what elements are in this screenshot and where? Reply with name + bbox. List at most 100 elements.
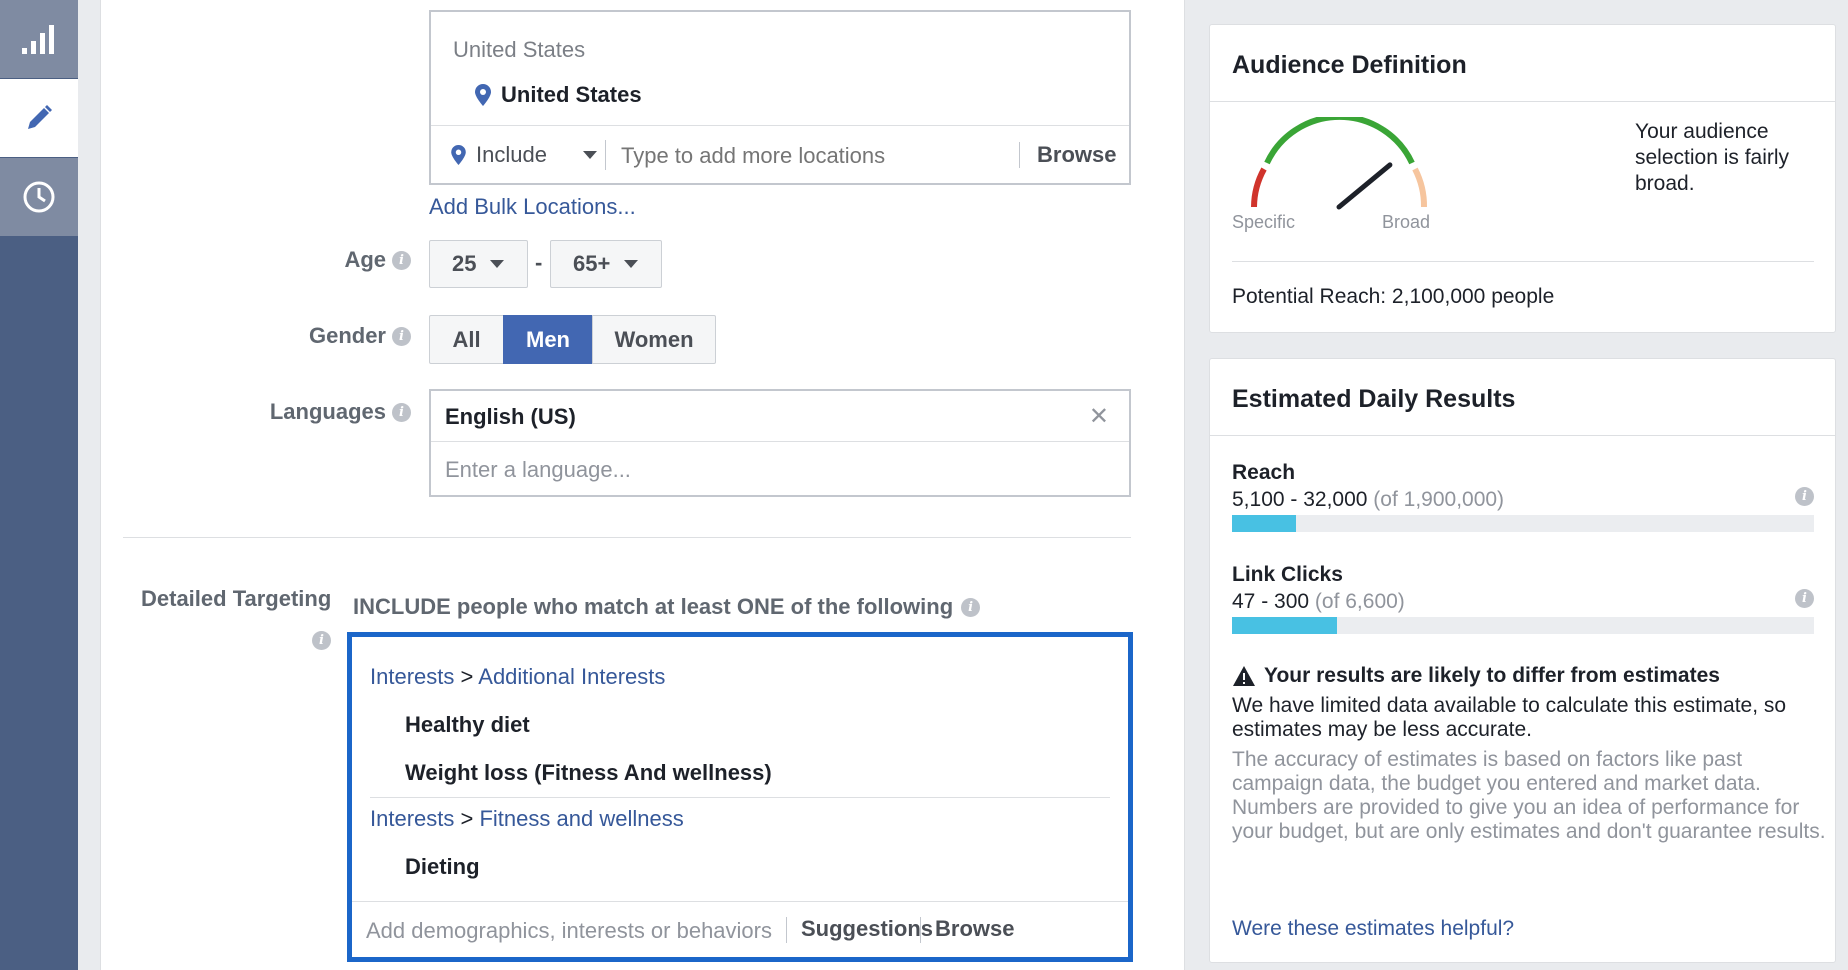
clicks-total: (of 6,600) bbox=[1314, 590, 1405, 613]
link-clicks-progress-bar bbox=[1232, 617, 1814, 634]
targeting-group-path: Interests > Additional Interests bbox=[370, 664, 665, 690]
info-icon[interactable]: i bbox=[392, 402, 411, 422]
suggestions-button[interactable]: Suggestions bbox=[801, 916, 933, 942]
reach-range: 5,100 - 32,000 bbox=[1232, 488, 1368, 511]
subcategory-link[interactable]: Fitness and wellness bbox=[479, 806, 683, 831]
section-divider bbox=[123, 537, 1131, 538]
chevron-down-icon bbox=[582, 151, 597, 159]
location-box: United States United States Include Brow bbox=[429, 10, 1131, 185]
age-label-text: Age bbox=[344, 247, 386, 272]
link-clicks-value: 47 - 300 (of 6,600) bbox=[1232, 590, 1405, 614]
reach-value: 5,100 - 32,000 (of 1,900,000) bbox=[1232, 488, 1504, 512]
gender-women-button[interactable]: Women bbox=[592, 315, 716, 364]
subcategory-link[interactable]: Additional Interests bbox=[478, 664, 665, 689]
rail-edit-button[interactable] bbox=[0, 79, 78, 157]
location-browse-button[interactable]: Browse bbox=[1037, 142, 1116, 168]
age-label: Age i bbox=[161, 247, 411, 273]
estimated-results-title: Estimated Daily Results bbox=[1232, 385, 1516, 413]
targeting-item[interactable]: Weight loss (Fitness And wellness) bbox=[405, 760, 772, 786]
include-label: Include bbox=[476, 142, 547, 167]
chevron-down-icon bbox=[624, 260, 639, 268]
close-icon[interactable]: ✕ bbox=[1089, 402, 1109, 431]
reach-label: Reach bbox=[1232, 461, 1296, 484]
clock-icon bbox=[23, 181, 55, 213]
reach-progress-fill bbox=[1232, 515, 1297, 532]
targeting-browse-button[interactable]: Browse bbox=[935, 916, 1014, 942]
card-divider bbox=[1210, 101, 1835, 102]
selected-location-label: United States bbox=[501, 82, 642, 107]
targeting-item[interactable]: Dieting bbox=[405, 854, 480, 880]
selected-language: English (US) bbox=[445, 404, 576, 429]
location-input-bar: Include Browse bbox=[431, 125, 1129, 185]
warning-body: We have limited data available to calcul… bbox=[1232, 694, 1787, 741]
age-separator: - bbox=[535, 250, 543, 275]
age-max-value: 65+ bbox=[573, 251, 611, 276]
age-min-dropdown[interactable]: 25 bbox=[429, 240, 528, 288]
gender-label: Gender i bbox=[161, 323, 411, 349]
age-min-value: 25 bbox=[452, 251, 477, 276]
rail-reports-button[interactable] bbox=[0, 0, 78, 78]
info-icon[interactable]: i bbox=[312, 631, 331, 650]
gender-men-button[interactable]: Men bbox=[503, 315, 593, 364]
audience-definition-card: Audience Definition Specific Broad Your … bbox=[1209, 24, 1836, 333]
group-divider bbox=[370, 797, 1110, 798]
include-dropdown[interactable]: Include bbox=[451, 142, 597, 168]
targeting-item[interactable]: Healthy diet bbox=[405, 712, 530, 738]
add-bulk-locations-link[interactable]: Add Bulk Locations... bbox=[429, 194, 636, 220]
path-separator: > bbox=[460, 664, 474, 689]
gauge-needle bbox=[1336, 162, 1393, 210]
info-icon[interactable]: i bbox=[1795, 589, 1814, 608]
clicks-range: 47 - 300 bbox=[1232, 590, 1310, 613]
estimated-results-card: Estimated Daily Results Reach 5,100 - 32… bbox=[1209, 358, 1836, 963]
map-pin-icon bbox=[475, 84, 491, 106]
chevron-down-icon bbox=[490, 260, 505, 268]
selected-location: United States bbox=[475, 82, 642, 108]
reach-progress-bar bbox=[1232, 515, 1814, 532]
instruction-text: INCLUDE people who match at least ONE of… bbox=[353, 594, 954, 619]
gauge-specific-label: Specific bbox=[1232, 212, 1296, 232]
gender-all-button[interactable]: All bbox=[429, 315, 504, 364]
targeting-input-bar: Add demographics, interests or behaviors… bbox=[352, 901, 1128, 957]
targeting-panel: United States United States Include Brow bbox=[100, 0, 1185, 970]
audience-description: Your audience selection is fairly broad. bbox=[1635, 120, 1790, 195]
card-divider bbox=[1210, 435, 1835, 436]
language-placeholder: Enter a language... bbox=[445, 457, 631, 482]
path-separator: > bbox=[460, 806, 474, 831]
audience-gauge bbox=[1251, 117, 1428, 210]
warning-heading: Your results are likely to differ from e… bbox=[1232, 664, 1720, 688]
languages-box: English (US) ✕ Enter a language... bbox=[429, 389, 1131, 497]
location-group-header: United States bbox=[453, 37, 586, 62]
divider bbox=[605, 140, 606, 170]
category-link[interactable]: Interests bbox=[370, 806, 454, 831]
warning-icon bbox=[1233, 666, 1255, 686]
location-search-input[interactable] bbox=[621, 143, 1001, 169]
card-divider bbox=[1232, 261, 1814, 262]
divider bbox=[920, 917, 921, 943]
languages-label: Languages i bbox=[161, 399, 411, 425]
detailed-targeting-box: Interests > Additional Interests Healthy… bbox=[347, 632, 1133, 962]
left-rail bbox=[0, 0, 78, 970]
language-input[interactable]: Enter a language... bbox=[431, 441, 1129, 497]
category-link[interactable]: Interests bbox=[370, 664, 454, 689]
targeting-search-input[interactable]: Add demographics, interests or behaviors bbox=[366, 918, 772, 944]
bar-chart-icon bbox=[22, 25, 54, 54]
divider bbox=[1019, 142, 1020, 168]
warning-title: Your results are likely to differ from e… bbox=[1264, 664, 1720, 687]
languages-label-text: Languages bbox=[269, 399, 386, 424]
gender-label-text: Gender bbox=[308, 323, 386, 348]
info-icon[interactable]: i bbox=[392, 250, 411, 270]
info-icon[interactable]: i bbox=[961, 597, 981, 617]
reach-total: (of 1,900,000) bbox=[1373, 488, 1505, 511]
rail-history-button[interactable] bbox=[0, 158, 78, 236]
audience-definition-title: Audience Definition bbox=[1232, 51, 1467, 79]
detailed-targeting-label: Detailed Targeting bbox=[141, 586, 332, 611]
info-icon[interactable]: i bbox=[392, 326, 411, 346]
pencil-icon bbox=[28, 105, 52, 129]
potential-reach: Potential Reach: 2,100,000 people bbox=[1232, 285, 1555, 308]
feedback-link[interactable]: Were these estimates helpful? bbox=[1232, 917, 1514, 941]
gauge-broad-label: Broad bbox=[1382, 212, 1431, 232]
map-pin-icon bbox=[451, 145, 466, 165]
info-icon[interactable]: i bbox=[1795, 487, 1814, 506]
divider bbox=[786, 917, 787, 943]
age-max-dropdown[interactable]: 65+ bbox=[550, 240, 662, 288]
